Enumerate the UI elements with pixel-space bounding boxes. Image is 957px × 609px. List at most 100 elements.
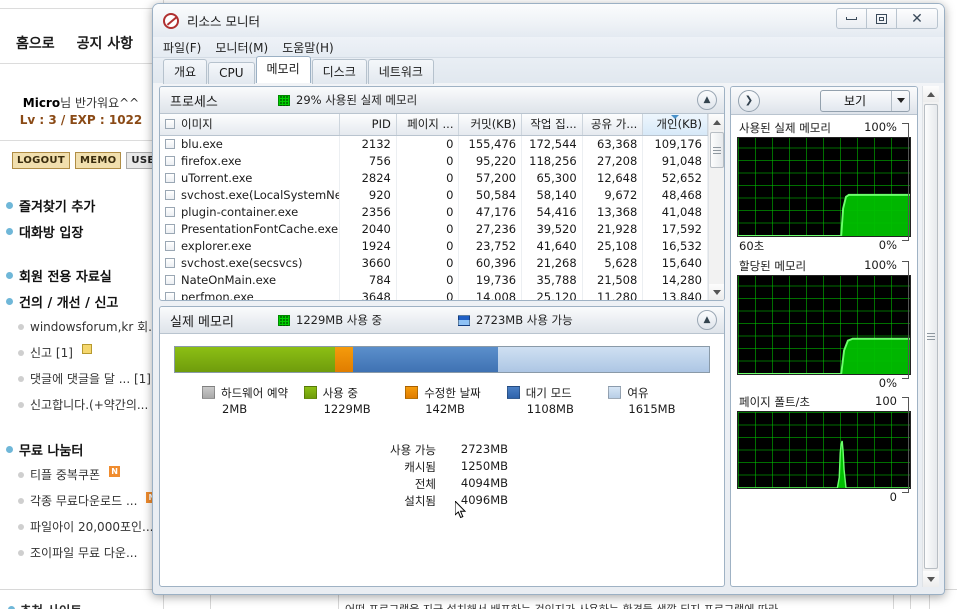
bg-menu-item-fileai-points[interactable]: 파일아이 20,000포인...	[0, 518, 162, 544]
bg-menu-item-wf-kr[interactable]: windowsforum,kr 회...	[0, 318, 162, 344]
col-page-faults[interactable]: 페이지 ...	[396, 114, 460, 136]
processes-vertical-scrollbar[interactable]	[708, 114, 724, 300]
col-commit[interactable]: 커밋(KB)	[458, 114, 523, 136]
bg-recommended-sites-label[interactable]: 추천 사이트	[8, 600, 82, 609]
bg-menu-item-free-share[interactable]: 무료 나눔터	[0, 440, 162, 466]
expand-graphs-button[interactable]: ❯	[738, 89, 760, 112]
tab-cpu[interactable]: CPU	[208, 62, 255, 84]
processes-panel-header[interactable]: 프로세스 29% 사용된 실제 메모리 ▲	[160, 87, 724, 114]
scroll-up-button[interactable]	[708, 114, 724, 130]
bullet-icon	[18, 402, 24, 408]
scroll-up-button[interactable]	[922, 86, 939, 102]
minimize-button[interactable]	[836, 8, 867, 29]
tab-disk[interactable]: 디스크	[311, 59, 367, 84]
graphs-panel-header[interactable]: ❯ 보기	[731, 87, 917, 115]
row-checkbox[interactable]	[165, 240, 175, 251]
graphs-vertical-scrollbar[interactable]	[922, 86, 939, 587]
table-row[interactable]: explorer.exe 1924 0 23,752 41,640 25,108 16,53…	[160, 237, 708, 254]
col-working-set[interactable]: 작업 집...	[521, 114, 583, 136]
cell-workingset: 65,300	[521, 169, 583, 186]
row-checkbox[interactable]	[165, 274, 175, 285]
logout-button[interactable]: LOGOUT	[12, 152, 70, 169]
bg-menu-item-report[interactable]: 신고 [1]	[0, 344, 162, 370]
view-button[interactable]: 보기	[820, 89, 910, 112]
scrollbar-thumb[interactable]	[709, 132, 724, 168]
bg-nav-link-home[interactable]: 홈으로	[16, 33, 55, 53]
resource-monitor-icon	[163, 12, 179, 29]
cell-image: svchost.exe(LocalSystemNetw...	[160, 186, 341, 203]
table-row[interactable]: svchost.exe(LocalSystemNetw...920050,584…	[160, 186, 708, 203]
col-private[interactable]: 개인(KB)	[642, 114, 708, 136]
cell-pagefaults: 0	[396, 186, 460, 203]
bg-menu-label: 각종 무료다운로드 ...	[30, 494, 138, 508]
resource-monitor-window[interactable]: 리소스 모니터 ✕ 파일(F) 모니터(M) 도움말(H) 개요 CPU 메모리…	[152, 3, 945, 595]
bg-menu-item-bookmark[interactable]: 즐겨찾기 추가	[0, 196, 162, 222]
processes-table-container[interactable]: 이미지 PID 페이지 ... 커밋(KB) 작업 집... 공유 가... 개…	[160, 114, 708, 300]
physical-memory-header[interactable]: 실제 메모리 1229MB 사용 중 2723MB 사용 가능 ▲	[160, 307, 724, 334]
grip-line-icon	[712, 146, 721, 148]
table-row[interactable]: firefox.exe 756 0 95,220 118,256 27,208 91,048	[160, 152, 708, 169]
bg-menu-item-suggestions[interactable]: 건의 / 개선 / 신고	[0, 292, 162, 318]
bg-menu-item-joyfile[interactable]: 조이파일 무료 다운...	[0, 544, 162, 570]
row-checkbox[interactable]	[165, 189, 175, 200]
row-checkbox[interactable]	[165, 223, 175, 234]
bg-greeting-suffix: 님 반가워요^^	[60, 96, 140, 110]
bullet-icon	[18, 550, 24, 556]
menu-help[interactable]: 도움말(H)	[282, 39, 334, 56]
processes-collapse-button[interactable]: ▲	[697, 90, 717, 110]
scrollbar-track[interactable]	[708, 130, 724, 284]
table-row[interactable]: blu.exe 2132 0 155,476 172,544 63,368 109,176	[160, 135, 708, 152]
tab-memory[interactable]: 메모리	[255, 56, 311, 83]
bullet-icon	[18, 376, 24, 382]
table-row[interactable]: PresentationFontCache.exe 2040 0 27,236 39,5…	[160, 220, 708, 237]
tab-overview[interactable]: 개요	[163, 59, 208, 84]
view-dropdown-caret[interactable]	[891, 90, 909, 111]
scroll-down-button[interactable]	[708, 284, 724, 300]
bg-menu-item-tple-coupon[interactable]: 티플 중복쿠폰 N	[0, 466, 162, 492]
memory-segment-modified	[334, 347, 354, 372]
bg-nav-link-notice[interactable]: 공지 사항	[77, 33, 133, 53]
bg-menu-label: 회원 전용 자료실	[19, 270, 112, 285]
table-row[interactable]: plugin-container.exe 2356 0 47,176 54,416 13,…	[160, 203, 708, 220]
bg-menu-item-report-2[interactable]: 신고합니다.(+약간의...	[0, 396, 162, 422]
scroll-down-button[interactable]	[922, 571, 939, 587]
legend-item-free: 여유 1615MB	[608, 385, 710, 416]
table-row[interactable]: NateOnMain.exe 784 0 19,736 35,788 21,508 14,2…	[160, 271, 708, 288]
window-controls[interactable]: ✕	[836, 8, 938, 29]
row-checkbox[interactable]	[165, 257, 175, 268]
legend-value: 1108MB	[526, 402, 574, 416]
physical-memory-collapse-button[interactable]: ▲	[697, 310, 717, 330]
row-checkbox[interactable]	[165, 172, 175, 183]
cell-commit: 47,176	[458, 203, 523, 220]
col-image[interactable]: 이미지	[160, 114, 341, 136]
scrollbar-thumb[interactable]	[923, 104, 938, 569]
menu-file[interactable]: 파일(F)	[163, 39, 201, 56]
select-all-checkbox[interactable]	[165, 119, 175, 130]
table-row[interactable]: svchost.exe(secsvcs) 3660 0 60,396 21,268 5,6…	[160, 254, 708, 271]
close-button[interactable]: ✕	[896, 8, 938, 29]
tab-network[interactable]: 네트워크	[367, 59, 434, 84]
tab-bar[interactable]: 개요 CPU 메모리 디스크 네트워크	[153, 56, 944, 84]
row-checkbox[interactable]	[165, 291, 175, 300]
row-checkbox[interactable]	[165, 206, 175, 217]
bg-menu-spacer	[0, 248, 162, 266]
bg-menu-item-member-archive[interactable]: 회원 전용 자료실	[0, 266, 162, 292]
table-row[interactable]: uTorrent.exe 2824 0 57,200 65,300 12,648 52,65…	[160, 169, 708, 186]
bullet-icon	[6, 446, 13, 453]
memo-button[interactable]: MEMO	[74, 152, 122, 169]
scrollbar-track[interactable]	[922, 102, 939, 571]
bg-menu-item-free-downloads[interactable]: 각종 무료다운로드 ...N	[0, 492, 162, 518]
bg-menu-item-reply-to-reply[interactable]: 댓글에 댓글을 달 ... [1]	[0, 370, 162, 396]
maximize-button[interactable]	[866, 8, 897, 29]
menu-bar[interactable]: 파일(F) 모니터(M) 도움말(H)	[153, 37, 944, 58]
row-checkbox[interactable]	[165, 138, 175, 149]
table-header-row[interactable]: 이미지 PID 페이지 ... 커밋(KB) 작업 집... 공유 가... 개…	[160, 114, 708, 136]
row-checkbox[interactable]	[165, 155, 175, 166]
table-row[interactable]: perfmon.exe 3648 0 14,008 25,120 11,280 13,840	[160, 288, 708, 300]
bg-menu-item-chatroom[interactable]: 대화방 입장	[0, 222, 162, 248]
window-titlebar[interactable]: 리소스 모니터 ✕	[153, 4, 944, 37]
col-shareable[interactable]: 공유 가...	[582, 114, 644, 136]
col-pid[interactable]: PID	[339, 114, 397, 136]
menu-monitor[interactable]: 모니터(M)	[215, 39, 268, 56]
cell-image: svchost.exe(secsvcs)	[160, 254, 341, 271]
